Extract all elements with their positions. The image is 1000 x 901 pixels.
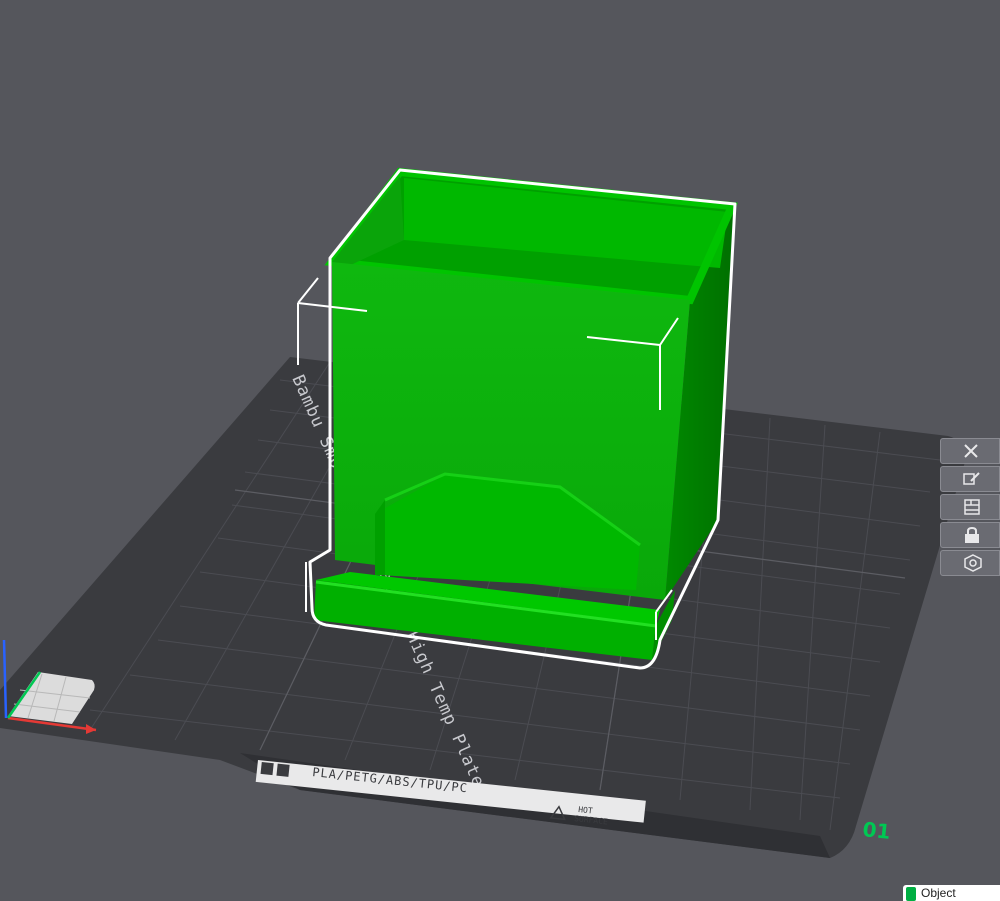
plate-number: 01	[861, 817, 891, 844]
close-icon[interactable]	[940, 438, 1000, 464]
object-list-tab[interactable]: Object	[903, 885, 1000, 901]
settings-icon[interactable]	[940, 550, 1000, 576]
edit-icon[interactable]	[940, 466, 1000, 492]
3d-viewport[interactable]: Bambu Smooth PEI Plate / High Temp Plate…	[0, 0, 1000, 901]
object-list-label: Object	[921, 886, 956, 900]
plate-toolbar	[940, 438, 1000, 588]
lock-icon[interactable]	[940, 522, 1000, 548]
layers-icon[interactable]	[940, 494, 1000, 520]
object-color-swatch	[906, 887, 916, 901]
